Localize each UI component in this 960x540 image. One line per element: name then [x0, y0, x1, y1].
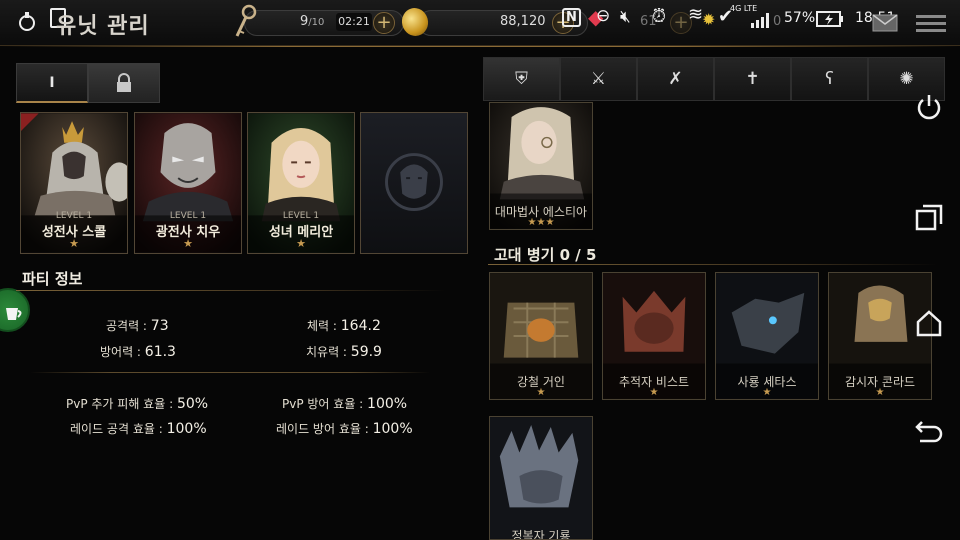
- tab-class-tank[interactable]: ⛨: [483, 57, 560, 101]
- page-title: 유닛 관리: [56, 14, 150, 39]
- party-slot-1[interactable]: LEVEL 1 성전사 스콜 ★: [20, 112, 128, 254]
- signal-icon: [751, 13, 769, 28]
- mute-icon: 🔇︎: [620, 7, 631, 27]
- mail-icon[interactable]: [872, 14, 898, 32]
- party-slot-2-level: LEVEL 1: [169, 211, 207, 221]
- power-icon[interactable]: [914, 92, 944, 122]
- lion-emblem-icon: [385, 153, 443, 211]
- top-bar: 유닛 관리 9/10 02:21 + 88,120 + N ◆ ⊖ 🔇︎ 61 …: [0, 0, 960, 47]
- gold-gem-icon: ✹: [702, 10, 716, 29]
- stat-pvp-defense-label: PvP 방어 효율 :: [282, 397, 368, 411]
- gold-value: 88,120: [500, 14, 546, 29]
- stat-pvp-defense-value: 100%: [367, 396, 408, 412]
- stat-attack: 공격력 : 73: [106, 317, 169, 334]
- stat-heal-label: 치유력 :: [306, 345, 351, 359]
- recent-apps-icon[interactable]: [914, 202, 944, 232]
- hero-card[interactable]: 대마법사 에스티아 ★★★: [489, 102, 593, 230]
- wifi-icon: ≋: [688, 4, 704, 25]
- stat-heal-value: 59.9: [350, 344, 382, 360]
- stat-defense-value: 61.3: [144, 344, 176, 360]
- conqueror-dragon-art: [490, 417, 592, 539]
- crossed-swords-icon: ⚔: [590, 69, 607, 89]
- cup-icon: [6, 308, 22, 320]
- ancient-unit-tracker-beast[interactable]: 추적자 비스트 ★: [602, 272, 706, 400]
- party-slot-3-level: LEVEL 1: [282, 211, 320, 221]
- staff-icon: ʕ: [825, 69, 834, 89]
- stat-defense-label: 방어력 :: [100, 345, 145, 359]
- ghost-number-2: 0: [773, 14, 782, 29]
- tab-class-archer[interactable]: ✗: [637, 57, 714, 101]
- tab-party-locked[interactable]: [88, 63, 160, 103]
- tab-class-mage[interactable]: ʕ: [791, 57, 868, 101]
- ancient-unit-2-stars: ★: [649, 387, 659, 398]
- cross-icon: ✝: [745, 69, 760, 89]
- stat-raid-attack-value: 100%: [166, 421, 207, 437]
- stamina-value: 9/10: [300, 14, 324, 29]
- stat-raid-attack: 레이드 공격 효율 : 100%: [70, 420, 207, 437]
- party-info-title: 파티 정보: [22, 270, 83, 288]
- stat-hp-label: 체력 :: [307, 319, 341, 333]
- stat-raid-attack-label: 레이드 공격 효율 :: [70, 422, 167, 436]
- stat-pvp-defense: PvP 방어 효율 : 100%: [282, 395, 407, 412]
- battery-icon: [816, 11, 843, 27]
- ancient-weapons-line: [488, 264, 938, 265]
- battery-percent: 57%: [784, 10, 816, 26]
- android-nav-bar: [900, 46, 960, 540]
- notification-icon[interactable]: [18, 10, 36, 32]
- back-icon[interactable]: [914, 416, 944, 446]
- alarm-icon: ⏰︎: [652, 6, 667, 27]
- ancient-unit-dragon-setas[interactable]: 사룡 세타스 ★: [715, 272, 819, 400]
- ancient-unit-3-stars: ★: [762, 387, 772, 398]
- ancient-unit-iron-giant[interactable]: 강철 거인 ★: [489, 272, 593, 400]
- stat-pvp-damage: PvP 추가 피해 효율 : 50%: [66, 395, 208, 412]
- stat-attack-label: 공격력 :: [106, 319, 151, 333]
- party-slot-1-level: LEVEL 1: [55, 211, 93, 221]
- tab-party-1-label: I: [49, 74, 55, 91]
- ancient-unit-conqueror-dragon[interactable]: 정복자 기룡: [489, 416, 593, 540]
- party-slot-3-stars: ★: [296, 237, 306, 250]
- class-filter-tabs: ⛨ ⚔ ✗ ✝ ʕ ✺: [483, 57, 945, 101]
- stat-pvp-damage-label: PvP 추가 피해 효율 :: [66, 397, 177, 411]
- tab-class-warrior[interactable]: ⚔: [560, 57, 637, 101]
- bow-icon: ✗: [668, 69, 683, 89]
- stat-raid-defense-label: 레이드 방어 효율 :: [276, 422, 373, 436]
- stat-hp: 체력 : 164.2: [307, 317, 381, 334]
- party-slot-1-stars: ★: [69, 237, 79, 250]
- key-icon: [235, 4, 257, 37]
- floating-cup-button[interactable]: [0, 288, 30, 332]
- party-slot-empty[interactable]: [360, 112, 468, 254]
- ancient-unit-5-name: 정복자 기룡: [511, 529, 571, 540]
- stats-divider: [30, 372, 430, 373]
- tab-party-1[interactable]: I: [16, 63, 88, 103]
- stat-raid-defense-value: 100%: [372, 421, 413, 437]
- hero-card-stars: ★★★: [527, 217, 555, 228]
- party-slot-2[interactable]: LEVEL 1 광전사 치우 ★: [134, 112, 242, 254]
- add-stamina-button[interactable]: +: [373, 12, 395, 34]
- ancient-unit-1-stars: ★: [536, 387, 546, 398]
- stat-heal: 치유력 : 59.9: [306, 343, 382, 360]
- party-tabs: I: [16, 63, 160, 103]
- shield-icon: ⛨: [515, 69, 528, 89]
- stat-defense: 방어력 : 61.3: [100, 343, 176, 360]
- party-info-line: [16, 290, 446, 291]
- stat-raid-defense: 레이드 방어 효율 : 100%: [276, 420, 413, 437]
- lock-icon: [117, 73, 131, 92]
- gold-divider: [0, 46, 960, 47]
- home-icon[interactable]: [914, 308, 944, 338]
- stat-attack-value: 73: [150, 318, 169, 334]
- stamina-timer: 02:21: [336, 13, 372, 31]
- nfc-icon: N: [562, 8, 581, 27]
- party-slot-2-stars: ★: [183, 237, 193, 250]
- party-slot-3[interactable]: LEVEL 1 성녀 메리안 ★: [247, 112, 355, 254]
- tab-class-healer[interactable]: ✝: [714, 57, 791, 101]
- stamina-max: /10: [308, 17, 325, 28]
- ancient-weapons-title: 고대 병기 0 / 5: [494, 246, 597, 264]
- block-icon: ⊖: [596, 6, 611, 26]
- stat-pvp-damage-value: 50%: [176, 396, 209, 412]
- menu-icon[interactable]: [916, 14, 946, 34]
- stat-hp-value: 164.2: [340, 318, 381, 334]
